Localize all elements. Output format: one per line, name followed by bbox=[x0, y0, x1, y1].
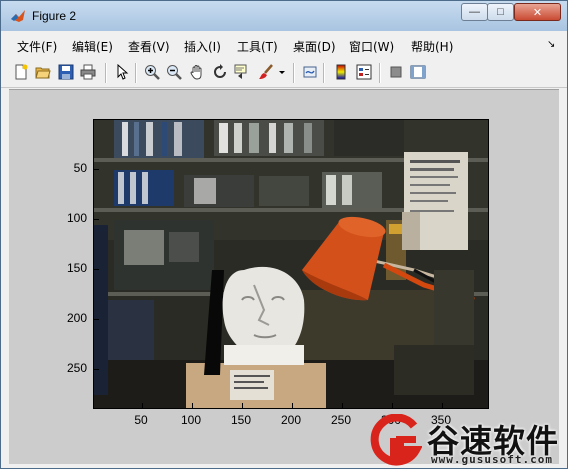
menu-desktop[interactable]: 桌面(D) bbox=[293, 38, 336, 55]
minimize-button[interactable]: — bbox=[461, 3, 488, 21]
x-tick-mark bbox=[242, 403, 243, 408]
watermark-url: www.gususoft.com bbox=[431, 453, 553, 466]
image-axes[interactable] bbox=[93, 119, 489, 409]
x-tick-mark bbox=[192, 403, 193, 408]
hide-plot-tools-icon[interactable] bbox=[387, 63, 405, 81]
zoom-in-icon[interactable] bbox=[143, 63, 161, 81]
figure-canvas: 50 100 150 200 250 50 100 150 200 250 30… bbox=[9, 89, 559, 464]
pan-hand-icon[interactable] bbox=[188, 63, 206, 81]
y-tick-mark bbox=[94, 369, 99, 370]
menu-window[interactable]: 窗口(W) bbox=[349, 38, 394, 55]
x-tick-label: 150 bbox=[230, 413, 252, 427]
menu-overflow-icon[interactable]: ↘ bbox=[547, 39, 555, 50]
x-tick-mark bbox=[342, 403, 343, 408]
toolbar-separator bbox=[379, 63, 381, 83]
maximize-icon: □ bbox=[497, 6, 504, 18]
menu-bar: 文件(F) 编辑(E) 查看(V) 插入(I) 工具(T) 桌面(D) 窗口(W… bbox=[1, 32, 567, 58]
new-figure-icon[interactable] bbox=[12, 63, 30, 81]
y-tick-mark bbox=[94, 269, 99, 270]
y-tick-mark bbox=[94, 169, 99, 170]
x-tick-mark bbox=[442, 403, 443, 408]
window-title: Figure 2 bbox=[32, 9, 77, 23]
menu-view[interactable]: 查看(V) bbox=[128, 38, 170, 55]
toolbar-separator bbox=[293, 63, 295, 83]
maximize-button[interactable]: □ bbox=[487, 3, 514, 21]
figure-toolbar bbox=[1, 59, 567, 88]
title-bar[interactable]: Figure 2 — □ ✕ bbox=[1, 1, 567, 31]
y-tick-label: 100 bbox=[66, 211, 87, 225]
matlab-logo-icon bbox=[11, 10, 25, 22]
x-tick-label: 50 bbox=[134, 413, 148, 427]
close-icon: ✕ bbox=[532, 6, 543, 19]
y-tick-label: 250 bbox=[66, 361, 87, 375]
y-tick-label: 200 bbox=[66, 311, 87, 325]
link-plot-icon[interactable] bbox=[301, 63, 319, 81]
menu-file[interactable]: 文件(F) bbox=[17, 38, 57, 55]
toolbar-separator bbox=[135, 63, 137, 83]
edit-plot-arrow-icon[interactable] bbox=[113, 63, 131, 81]
save-icon[interactable] bbox=[57, 63, 75, 81]
gususoft-logo-icon bbox=[370, 414, 422, 466]
data-cursor-icon[interactable] bbox=[233, 63, 251, 81]
toolbar-separator bbox=[323, 63, 325, 83]
brush-icon[interactable] bbox=[257, 63, 275, 81]
zoom-out-icon[interactable] bbox=[165, 63, 183, 81]
menu-insert[interactable]: 插入(I) bbox=[184, 38, 221, 55]
rotate-3d-icon[interactable] bbox=[211, 63, 229, 81]
x-tick-label: 200 bbox=[280, 413, 302, 427]
y-tick-mark bbox=[94, 319, 99, 320]
y-tick-label: 150 bbox=[66, 261, 87, 275]
print-icon[interactable] bbox=[79, 63, 97, 81]
menu-edit[interactable]: 编辑(E) bbox=[72, 38, 113, 55]
toolbar-separator bbox=[105, 63, 107, 83]
y-tick-mark bbox=[94, 219, 99, 220]
brush-dropdown-icon[interactable] bbox=[277, 63, 287, 81]
x-tick-label: 250 bbox=[330, 413, 352, 427]
figure-window: Figure 2 — □ ✕ 文件(F) 编辑(E) 查看(V) 插入(I) 工… bbox=[0, 0, 568, 469]
menu-tools[interactable]: 工具(T) bbox=[237, 38, 278, 55]
close-button[interactable]: ✕ bbox=[514, 3, 561, 21]
colorbar-icon[interactable] bbox=[332, 63, 350, 81]
legend-icon[interactable] bbox=[355, 63, 373, 81]
menu-help[interactable]: 帮助(H) bbox=[411, 38, 453, 55]
x-tick-mark bbox=[392, 403, 393, 408]
x-tick-mark bbox=[142, 403, 143, 408]
stereo-scene-image bbox=[94, 120, 488, 408]
y-tick-label: 50 bbox=[73, 161, 87, 175]
minimize-icon: — bbox=[469, 6, 480, 18]
x-tick-mark bbox=[292, 403, 293, 408]
open-file-icon[interactable] bbox=[34, 63, 52, 81]
show-plot-tools-icon[interactable] bbox=[409, 63, 427, 81]
x-tick-label: 100 bbox=[180, 413, 202, 427]
